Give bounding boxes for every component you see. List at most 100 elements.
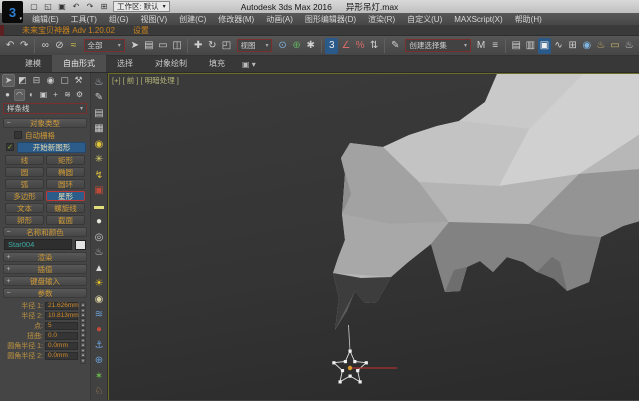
render-teapot-icon[interactable]: ♨ — [92, 75, 107, 90]
green-burst-icon[interactable]: ✶ — [92, 369, 107, 384]
menu-customize[interactable]: 自定义(U) — [401, 14, 448, 25]
fillet-radius1-spinner[interactable]: ▲▼ — [80, 342, 86, 350]
start-new-shape-checkbox[interactable]: ✓ — [6, 143, 14, 151]
menu-maxscript[interactable]: MAXScript(X) — [448, 15, 508, 24]
fillet-radius2-field[interactable]: 0.0mm — [45, 352, 78, 360]
tab-create[interactable]: ➤ — [2, 74, 15, 87]
project-folder-icon[interactable]: ⊞ — [98, 1, 110, 12]
sun-icon[interactable]: ☀ — [92, 276, 107, 291]
rectangular-selection-region-icon[interactable]: ▭ — [156, 38, 169, 54]
redo-icon[interactable]: ↷ — [84, 1, 96, 12]
shape-button-helix[interactable]: 螺旋线 — [46, 203, 85, 213]
vertex-handle[interactable] — [339, 380, 342, 383]
curve-editor-icon[interactable]: ∿ — [552, 38, 565, 54]
render-production-icon[interactable]: ♨ — [623, 38, 636, 54]
radius1-spinner[interactable]: ▲▼ — [80, 302, 86, 310]
lightbulb-icon[interactable]: ◉ — [92, 137, 107, 152]
use-pivot-point-center-icon[interactable]: ⊙ — [276, 38, 289, 54]
open-file-icon[interactable]: ◱ — [42, 1, 54, 12]
subtab-cameras[interactable]: ▣ — [38, 89, 49, 101]
subtab-systems[interactable]: ⚙ — [74, 89, 85, 101]
vertex-handle[interactable] — [359, 380, 362, 383]
snaps-toggle-3d-icon[interactable]: 3 — [325, 38, 338, 54]
list-tool-icon[interactable]: ▤ — [92, 106, 107, 121]
menu-tools[interactable]: 工具(T) — [65, 14, 103, 25]
fillet-radius2-spinner[interactable]: ▲▼ — [80, 352, 86, 360]
teapot-icon[interactable]: ♨ — [92, 245, 107, 260]
plugin-settings-link[interactable]: 设置 — [133, 25, 149, 36]
edit-named-selection-sets-icon[interactable]: ✎ — [389, 38, 402, 54]
menu-help[interactable]: 帮助(H) — [509, 14, 548, 25]
ribbon-tab-object-paint[interactable]: 对象绘制 — [144, 55, 198, 72]
selection-filter-dropdown[interactable]: 全部▾ — [84, 39, 125, 52]
vertex-handle[interactable] — [344, 360, 347, 363]
tab-utilities[interactable]: ⚒ — [72, 74, 85, 87]
select-and-rotate-icon[interactable]: ↻ — [206, 38, 219, 54]
vertex-handle[interactable] — [356, 369, 359, 372]
keyboard-shortcut-override-icon[interactable]: ✱ — [304, 38, 317, 54]
vertex-handle[interactable] — [332, 361, 335, 364]
object-type-rollout-header[interactable]: − 对象类型 — [3, 118, 87, 128]
select-object-icon[interactable]: ➤ — [128, 38, 141, 54]
subtab-space-warps[interactable]: ≋ — [62, 89, 73, 101]
rain-icon[interactable]: ≋ — [92, 307, 107, 322]
autogrid-checkbox[interactable] — [14, 131, 22, 139]
scene-explorer-icon[interactable]: ▤ — [510, 38, 523, 54]
menu-graph-editors[interactable]: 图形编辑器(D) — [299, 14, 362, 25]
vertex-handle[interactable] — [349, 350, 352, 353]
shape-button-circle[interactable]: 圆 — [5, 167, 44, 177]
menu-views[interactable]: 视图(V) — [134, 14, 173, 25]
unlink-selection-icon[interactable]: ⊘ — [53, 38, 66, 54]
render-setup-icon[interactable]: ♨ — [594, 38, 607, 54]
shape-button-line[interactable]: 线 — [5, 155, 44, 165]
rendered-frame-window-icon[interactable]: ▭ — [608, 38, 621, 54]
tab-hierarchy[interactable]: ⊟ — [30, 74, 43, 87]
shape-button-text[interactable]: 文本 — [5, 203, 44, 213]
vertex-handle[interactable] — [365, 361, 368, 364]
material-editor-icon[interactable]: ◉ — [580, 38, 593, 54]
spray-icon[interactable]: ✳ — [92, 152, 107, 167]
workspace-dropdown[interactable]: 工作区: 默认 ▾ — [113, 1, 170, 12]
shape-button-arc[interactable]: 弧 — [5, 179, 44, 189]
globe-icon[interactable]: ⊕ — [92, 353, 107, 368]
distortion-spinner[interactable]: ▲▼ — [80, 332, 86, 340]
angle-snap-icon[interactable]: ∠ — [339, 38, 352, 54]
object-name-field[interactable]: Star004 — [4, 239, 72, 250]
cone-icon[interactable]: ▲ — [92, 261, 107, 276]
ribbon-tab-modeling[interactable]: 建模 — [14, 55, 52, 72]
menu-create[interactable]: 创建(C) — [173, 14, 212, 25]
spheres-icon[interactable]: ● — [92, 323, 107, 338]
points-field[interactable]: 5 — [45, 322, 78, 330]
shape-button-section[interactable]: 截面 — [46, 215, 85, 225]
undo-icon[interactable]: ↶ — [4, 38, 17, 54]
ribbon-tab-freeform[interactable]: 自由形式 — [52, 55, 106, 72]
align-icon[interactable]: ≡ — [489, 38, 502, 54]
app-menu-button[interactable]: 3▾ — [2, 1, 23, 23]
interpolation-rollout-header[interactable]: + 插值 — [3, 264, 87, 274]
ring-icon[interactable]: ◎ — [92, 230, 107, 245]
red-machine-icon[interactable]: ▣ — [92, 183, 107, 198]
bind-to-space-warp-icon[interactable]: ≈ — [67, 38, 80, 54]
keyboard-entry-rollout-header[interactable]: + 键盘输入 — [3, 276, 87, 286]
percent-snap-icon[interactable]: % — [354, 38, 367, 54]
select-and-scale-icon[interactable]: ◰ — [220, 38, 233, 54]
shape-button-ellipse[interactable]: 椭圆 — [46, 167, 85, 177]
redo-icon[interactable]: ↷ — [18, 38, 31, 54]
viewport-front[interactable]: [+] [ 前 ] [ 明暗处理 ] — [108, 73, 639, 400]
mirror-icon[interactable]: M — [474, 38, 487, 54]
menu-modifiers[interactable]: 修改器(M) — [212, 14, 260, 25]
menu-animation[interactable]: 动画(A) — [260, 14, 299, 25]
points-spinner[interactable]: ▲▼ — [80, 322, 86, 330]
menu-edit[interactable]: 编辑(E) — [26, 14, 65, 25]
ribbon-toggle-icon[interactable]: ▣ — [538, 38, 551, 54]
ribbon-tab-populate[interactable]: 填充 — [198, 55, 236, 72]
shape-button-polygon[interactable]: 多边形 — [5, 191, 44, 201]
select-by-name-icon[interactable]: ▤ — [142, 38, 155, 54]
disc-icon[interactable]: ◉ — [92, 292, 107, 307]
select-and-manipulate-icon[interactable]: ⊕ — [290, 38, 303, 54]
sphere-icon[interactable]: ● — [92, 214, 107, 229]
new-file-icon[interactable]: ▢ — [28, 1, 40, 12]
yellow-panel-icon[interactable]: ▬ — [92, 199, 107, 214]
fillet-radius1-field[interactable]: 0.0mm — [45, 342, 78, 350]
reference-coordinate-system-dropdown[interactable]: 视图▾ — [237, 39, 273, 52]
